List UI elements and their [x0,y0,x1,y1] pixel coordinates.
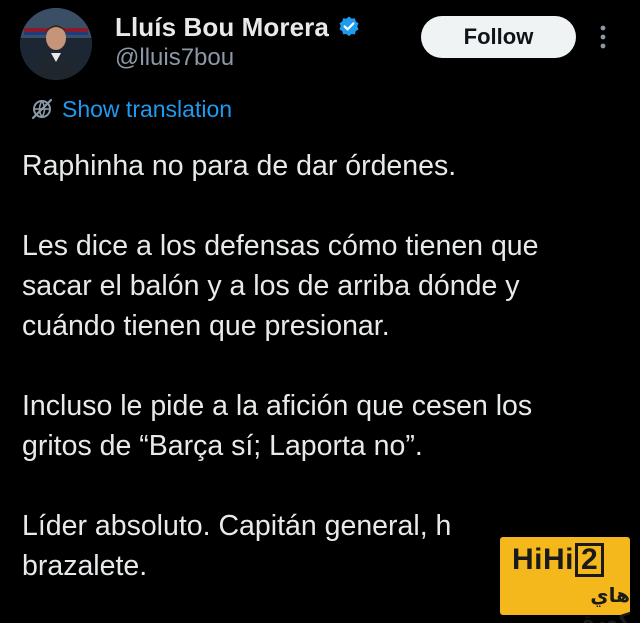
show-translation-label[interactable]: Show translation [62,96,232,123]
tweet-line: gritos de “Barça sí; Laporta no”. [22,430,423,462]
avatar[interactable] [20,8,92,80]
watermark-brand: HiHi [512,543,574,576]
author-display-name[interactable]: Lluís Bou Morera [115,12,329,43]
tweet-line: sacar el balón y a los de arriba dónde y [22,270,520,302]
tweet-text: Raphinha no para de dar órdenes. Les dic… [22,146,622,586]
tweet-line: Incluso le pide a la afición que cesen l… [22,390,533,422]
vertical-ellipsis-icon[interactable] [596,24,610,50]
verified-badge-icon [337,15,361,39]
tweet-paragraph: Raphinha no para de dar órdenes. [22,146,622,186]
watermark-box: 2 [575,543,605,577]
tweet-header: Lluís Bou Morera @lluis7bou Follow [0,0,640,95]
tweet-line: Les dice a los defensas cómo tienen que [22,230,539,262]
tweet-paragraph: Incluso le pide a la afición que cesen l… [22,386,622,466]
tweet-line: Raphinha no para de dar órdenes. [22,150,457,182]
watermark-text: HiHi 2 [512,543,605,577]
tweet-line: cuándo tienen que presionar. [22,310,390,342]
avatar-photo [20,8,92,80]
show-translation-link[interactable]: Show translation [30,94,232,124]
author-handle[interactable]: @lluis7bou [115,44,234,72]
follow-button[interactable]: Follow [421,16,576,58]
watermark-subtext: هاي كورة [582,585,631,623]
author-name-row[interactable]: Lluís Bou Morera [115,10,361,44]
site-watermark-logo: HiHi 2 هاي كورة [500,537,630,623]
tweet-paragraph: Les dice a los defensas cómo tienen que … [22,226,622,346]
globe-icon [30,97,54,121]
